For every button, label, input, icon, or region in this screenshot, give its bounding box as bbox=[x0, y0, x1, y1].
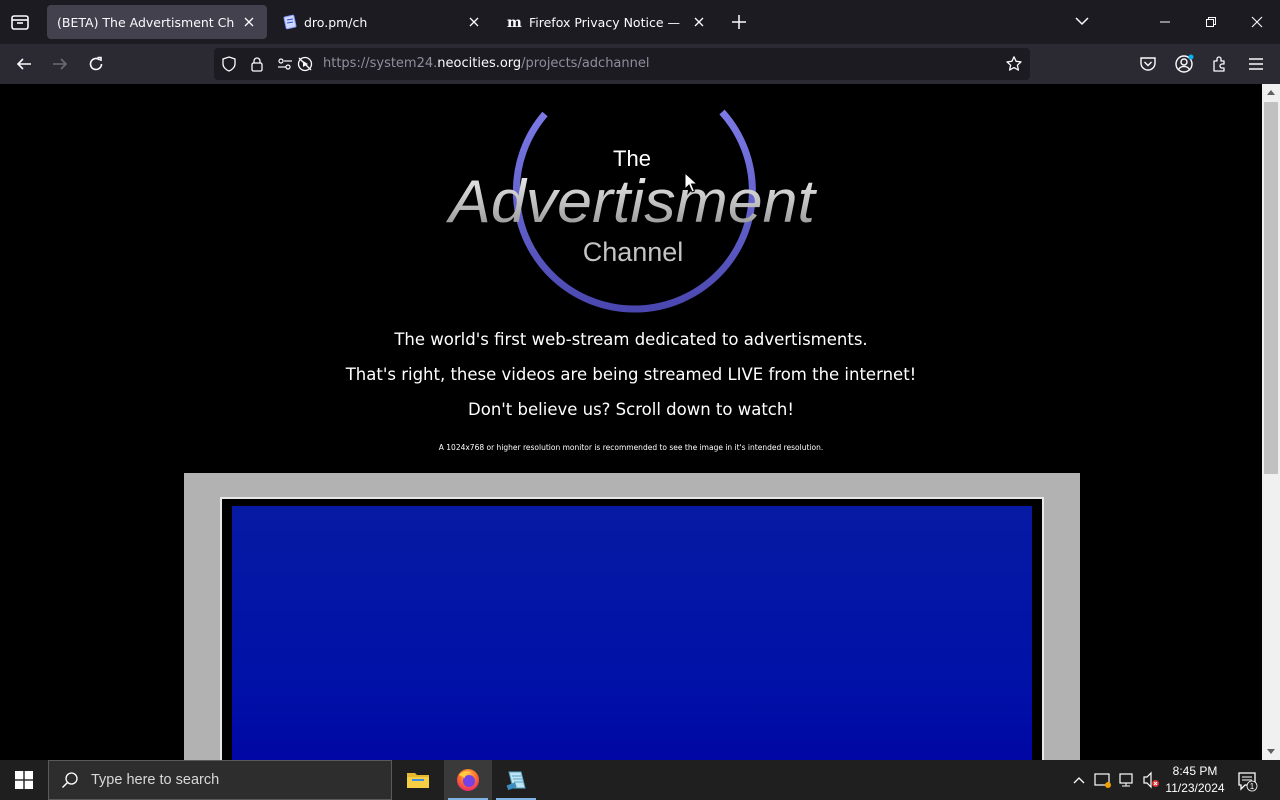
notepad-app-icon[interactable] bbox=[492, 760, 540, 800]
new-tab-icon[interactable] bbox=[728, 11, 750, 33]
scroll-down-icon[interactable] bbox=[1262, 744, 1280, 760]
tagline-3: Don't believe us? Scroll down to watch! bbox=[468, 400, 794, 419]
tab-title: Firefox Privacy Notice — Mozill bbox=[529, 14, 685, 30]
firefox-taskbar-icon[interactable] bbox=[444, 760, 492, 800]
account-icon[interactable] bbox=[1172, 52, 1196, 76]
tv-frame bbox=[184, 473, 1080, 760]
tab-dro-pm[interactable]: dro.pm/ch bbox=[272, 5, 492, 39]
logo-channel: Channel bbox=[583, 237, 684, 267]
resolution-note: A 1024x768 or higher resolution monitor … bbox=[438, 443, 824, 452]
taskbar-clock[interactable]: 8:45 PM 11/23/2024 bbox=[1160, 763, 1230, 797]
close-tab-icon[interactable] bbox=[466, 14, 482, 30]
list-all-tabs-icon[interactable] bbox=[1072, 11, 1092, 31]
tab-adchannel[interactable]: (BETA) The Advertisment Channel bbox=[47, 5, 267, 39]
tab-title: dro.pm/ch bbox=[304, 14, 368, 30]
tab-title: (BETA) The Advertisment Channel bbox=[57, 14, 235, 30]
lock-icon[interactable] bbox=[249, 56, 265, 72]
show-hidden-icons-chevron-icon[interactable] bbox=[1070, 771, 1088, 789]
close-tab-icon[interactable] bbox=[241, 14, 257, 30]
pocket-icon[interactable] bbox=[1136, 52, 1160, 76]
tagline-1: The world's first web-stream dedicated t… bbox=[394, 330, 868, 349]
page-scrollbar[interactable] bbox=[1262, 84, 1280, 760]
url-path: /projects/adchannel bbox=[521, 56, 650, 71]
scrollbar-thumb[interactable] bbox=[1264, 102, 1278, 474]
taskbar-search-box[interactable]: Type here to search bbox=[48, 760, 392, 800]
notification-count: 1 bbox=[1250, 782, 1255, 791]
tv-bezel bbox=[220, 497, 1044, 760]
permissions-icon[interactable] bbox=[277, 56, 293, 72]
windows-taskbar: Type here to search 8:45 PM 11/23/2024 1 bbox=[0, 760, 1280, 800]
scroll-up-icon[interactable] bbox=[1262, 84, 1280, 100]
page-content: The Advertisment Channel The world's fir… bbox=[0, 84, 1262, 760]
search-placeholder: Type here to search bbox=[91, 772, 220, 788]
url-host: neocities.org bbox=[437, 56, 522, 71]
back-icon[interactable] bbox=[12, 52, 36, 76]
logo-main-word: Advertisment bbox=[446, 168, 818, 235]
security-center-icon[interactable] bbox=[1094, 771, 1112, 789]
tab-strip: (BETA) The Advertisment Channel dro.pm/c… bbox=[0, 0, 1280, 44]
extensions-icon[interactable] bbox=[1208, 52, 1232, 76]
autoplay-blocked-icon[interactable] bbox=[297, 56, 313, 72]
clock-time: 8:45 PM bbox=[1172, 764, 1218, 778]
address-bar[interactable]: https://system24.neocities.org/projects/… bbox=[214, 48, 1030, 80]
tab-firefox-privacy[interactable]: m Firefox Privacy Notice — Mozill bbox=[497, 5, 717, 39]
minimize-icon[interactable] bbox=[1142, 0, 1188, 44]
bookmark-star-icon[interactable] bbox=[1004, 54, 1024, 74]
mouse-cursor-icon bbox=[684, 172, 698, 193]
advertisment-channel-logo: The Advertisment Channel bbox=[446, 109, 818, 313]
close-tab-icon[interactable] bbox=[691, 14, 707, 30]
menu-hamburger-icon[interactable] bbox=[1244, 52, 1268, 76]
url-prefix: https://system24. bbox=[323, 56, 438, 71]
restore-icon[interactable] bbox=[1188, 0, 1234, 44]
reload-icon[interactable] bbox=[84, 52, 108, 76]
url-text[interactable]: https://system24.neocities.org/projects/… bbox=[323, 56, 649, 71]
forward-icon[interactable] bbox=[48, 52, 72, 76]
page-favicon-icon bbox=[282, 14, 298, 30]
close-window-icon[interactable] bbox=[1234, 0, 1280, 44]
mozilla-icon: m bbox=[507, 14, 523, 30]
navigation-toolbar: https://system24.neocities.org/projects/… bbox=[0, 44, 1280, 84]
tracking-protection-shield-icon[interactable] bbox=[221, 56, 237, 72]
svg-text:m: m bbox=[507, 15, 522, 30]
notification-center-icon[interactable]: 1 bbox=[1236, 770, 1258, 792]
file-explorer-icon[interactable] bbox=[394, 760, 442, 800]
volume-muted-icon[interactable] bbox=[1142, 771, 1160, 789]
tagline-2: That's right, these videos are being str… bbox=[345, 365, 917, 384]
firefox-view-icon[interactable] bbox=[8, 10, 32, 34]
network-icon[interactable] bbox=[1118, 771, 1136, 789]
video-stream-screen[interactable] bbox=[232, 506, 1032, 760]
clock-date: 11/23/2024 bbox=[1165, 781, 1225, 795]
search-icon bbox=[61, 771, 79, 789]
windows-start-icon[interactable] bbox=[0, 760, 48, 800]
